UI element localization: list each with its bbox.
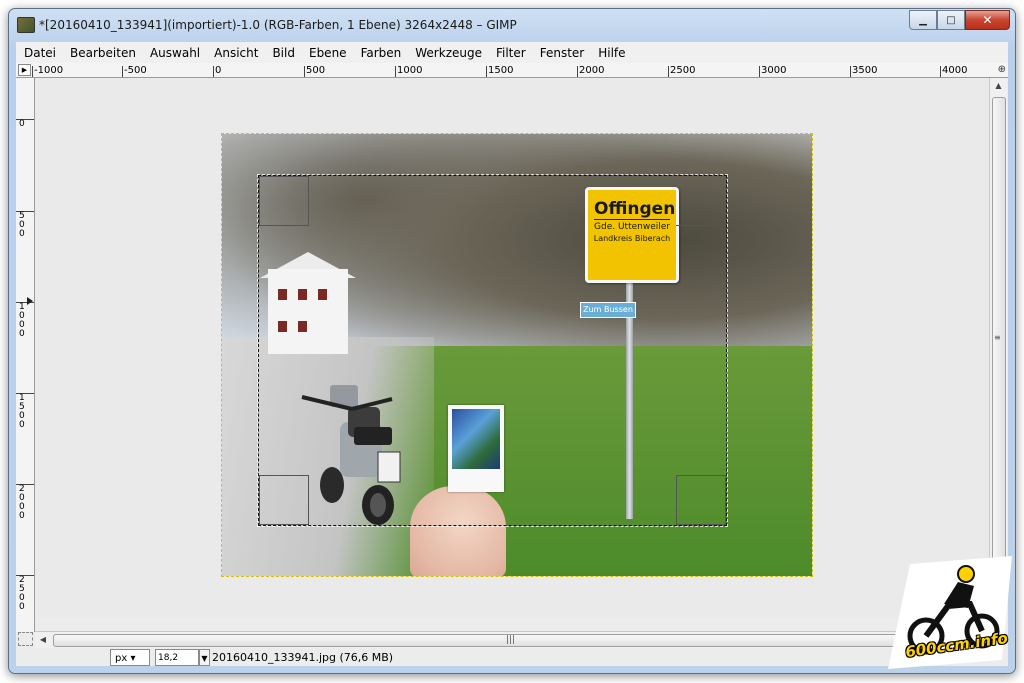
ruler-label: 500 [304,65,326,77]
zoom-input[interactable]: 18,2 [155,649,199,666]
menu-bild[interactable]: Bild [265,46,302,60]
ruler-label: -1000 [32,65,64,77]
horizontal-ruler[interactable]: ▶ -1000 -500 0 500 1000 1500 2000 2500 3… [16,63,1008,78]
menu-ebene[interactable]: Ebene [302,46,354,60]
menu-ansicht[interactable]: Ansicht [207,46,265,60]
menu-fenster[interactable]: Fenster [533,46,592,60]
unit-value: px [115,653,128,664]
ruler-label: 1000 [395,65,423,77]
quick-mask-toggle-icon[interactable]: ▶ [18,64,31,76]
ruler-label: 500 [16,211,34,239]
ruler-label: 0 [16,119,34,129]
ruler-label: 2500 [16,575,34,612]
ruler-label: -500 [122,65,147,77]
ruler-label: 1000 [16,302,34,339]
unit-selector[interactable]: px ▾ [110,649,150,666]
scroll-up-arrow-icon[interactable]: ▲ [990,78,1007,94]
ruler-label: 3000 [759,65,787,77]
menu-filter[interactable]: Filter [489,46,533,60]
ruler-label: 3500 [850,65,878,77]
scroll-grip-icon: ≡ [994,333,1001,342]
horizontal-scroll-thumb[interactable]: ||| [53,634,970,647]
vertical-scrollbar[interactable]: ▲ ≡ ▼ [989,78,1007,632]
minimize-button[interactable]: ▁ [909,10,937,30]
menu-bearbeiten[interactable]: Bearbeiten [63,46,143,60]
zoom-image-icon[interactable]: ⊕ [998,64,1006,75]
vertical-scroll-thumb[interactable] [992,97,1006,614]
selection-handle-top-left[interactable] [259,176,309,226]
gimp-app-icon [17,17,35,33]
selection-handle-bottom-right[interactable] [676,475,726,525]
window-controls: ▁ □ ✕ [909,10,1010,30]
zoom-dropdown-icon[interactable]: ▼ [199,649,210,666]
scroll-left-arrow-icon[interactable]: ◀ [35,632,51,648]
title-bar[interactable]: *[20160410_133941](importiert)-1.0 (RGB-… [9,9,1015,40]
ruler-label: 2000 [577,65,605,77]
image-window-client: ▶ -1000 -500 0 500 1000 1500 2000 2500 3… [16,63,1008,666]
status-bar: px ▾ 18,2 ▼ 20160410_133941.jpg (76,6 MB… [16,648,1008,666]
ruler-label: 4000 [940,65,968,77]
vertical-ruler[interactable]: 0 500 1000 1500 2000 2500 [16,78,35,632]
ruler-label: 1500 [16,393,34,430]
gimp-window: *[20160410_133941](importiert)-1.0 (RGB-… [8,8,1016,674]
file-info: 20160410_133941.jpg (76,6 MB) [212,651,394,664]
menu-farben[interactable]: Farben [354,46,409,60]
menu-auswahl[interactable]: Auswahl [143,46,207,60]
ruler-label: 2500 [668,65,696,77]
selection-handle-bottom-left[interactable] [259,475,309,525]
pointer-position-marker [27,297,33,305]
horizontal-scrollbar[interactable]: ◀ ||| ▶ [35,631,988,648]
window-title: *[20160410_133941](importiert)-1.0 (RGB-… [39,18,517,32]
navigate-image-icon[interactable] [18,632,33,646]
menu-datei[interactable]: Datei [16,46,63,60]
ruler-label: 0 [213,65,222,77]
canvas[interactable]: Offingen Gde. Uttenweiler Landkreis Bibe… [35,78,988,618]
scroll-grip-icon: ||| [506,635,516,645]
maximize-button[interactable]: □ [937,10,965,30]
selection-handle-top-right[interactable] [676,225,726,226]
ruler-label: 1500 [486,65,514,77]
menu-hilfe[interactable]: Hilfe [591,46,632,60]
menu-werkzeuge[interactable]: Werkzeuge [408,46,489,60]
close-button[interactable]: ✕ [965,10,1010,30]
menu-bar: Datei Bearbeiten Auswahl Ansicht Bild Eb… [16,42,1008,63]
rectangle-selection[interactable] [257,174,728,527]
ruler-label: 2000 [16,484,34,521]
